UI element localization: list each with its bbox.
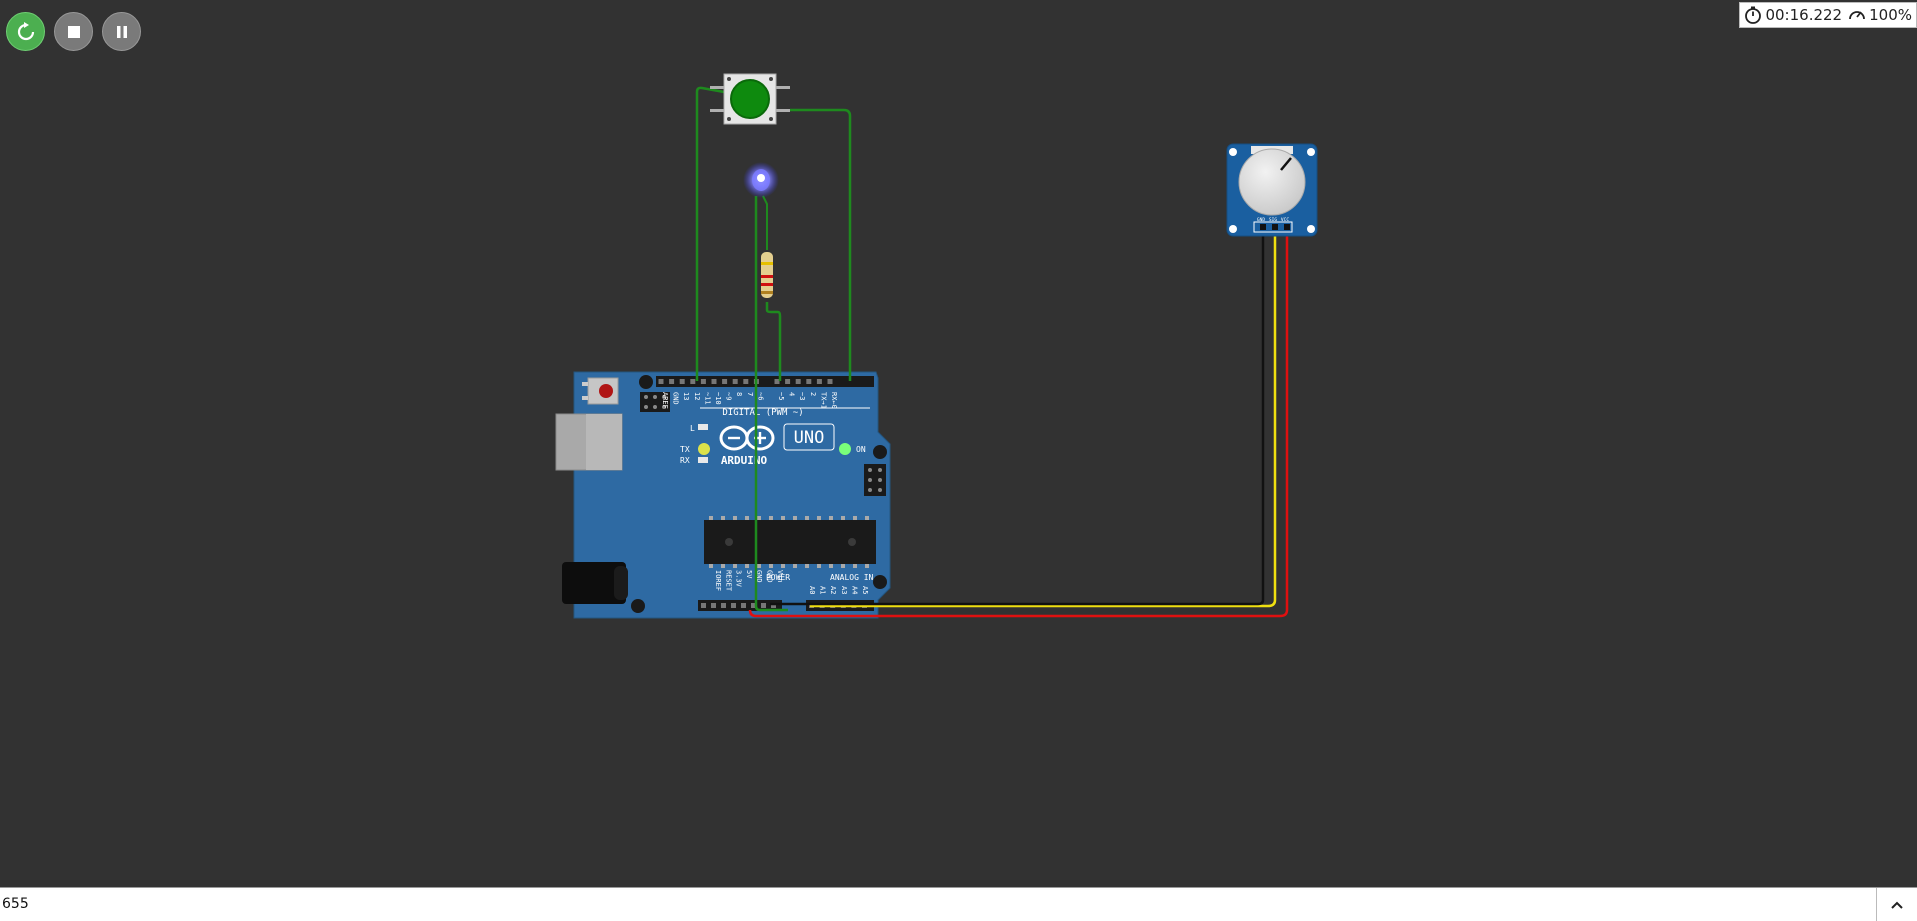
header-pin-hole[interactable] — [690, 379, 696, 384]
chevron-up-icon — [1891, 901, 1903, 909]
top-pin-label: ~10 — [714, 392, 722, 405]
top-pin-label: ~6 — [756, 392, 764, 400]
analog-pin-label: A5 — [861, 586, 869, 594]
power-pin-label: RESET — [724, 570, 732, 592]
mount-hole — [639, 375, 653, 389]
top-pin-label: 12 — [693, 392, 701, 400]
on-label: ON — [856, 445, 866, 454]
header-pin-hole[interactable] — [701, 603, 706, 608]
analog-pin-label: A4 — [850, 586, 858, 594]
l-led — [698, 424, 708, 430]
wire-button-pin2 — [790, 108, 852, 381]
top-pin-label: ~9 — [725, 392, 733, 400]
header-pin-hole[interactable] — [827, 379, 833, 384]
header-pin-hole[interactable] — [806, 379, 812, 384]
digital-label: DIGITAL (PWM ~) — [722, 408, 803, 418]
top-pin-label: ~3 — [798, 392, 806, 400]
serial-monitor-toggle[interactable] — [1876, 888, 1917, 921]
top-pin-label: RX←0 — [830, 392, 838, 409]
circuit-canvas[interactable]: AREF GND 13 12 ~11 ~10 ~9 8 7 ~6 ~5 4 ~3 2 TX→1 RX←0 DI… — [0, 0, 1917, 886]
header-pin-hole[interactable] — [761, 603, 766, 608]
header-pin-hole[interactable] — [658, 379, 664, 384]
wire-resistor-pin9 — [765, 302, 782, 381]
mount-hole — [631, 599, 645, 613]
power-pin-label: Vin — [776, 570, 784, 583]
header-pin-hole[interactable] — [711, 603, 716, 608]
power-pin-label: 5V — [745, 570, 753, 579]
top-pin-label: 2 — [809, 392, 817, 396]
top-pin-label: ~5 — [777, 392, 785, 400]
header-pin-hole[interactable] — [816, 379, 822, 384]
tx-led — [698, 443, 710, 455]
rx-led-label: RX — [680, 456, 690, 465]
analog-pin-label: A2 — [829, 586, 837, 594]
button-cap[interactable] — [730, 79, 770, 119]
serial-monitor[interactable]: 655 — [0, 887, 1917, 921]
header-pin-hole[interactable] — [795, 379, 801, 384]
header-pin-hole[interactable] — [669, 379, 675, 384]
analog-pin-label: A0 — [808, 586, 816, 594]
serial-output: 655 — [2, 896, 29, 912]
header-pin-hole[interactable] — [679, 379, 685, 384]
pot-knob[interactable] — [1238, 148, 1306, 216]
top-pin-label: 8 — [735, 392, 743, 396]
power-pin-label: IOREF — [714, 570, 722, 591]
analog-pin-label: A1 — [819, 586, 827, 594]
tx-led-label: TX — [680, 445, 690, 454]
l-led-label: L — [690, 424, 695, 433]
header-pin-hole[interactable] — [711, 379, 717, 384]
header-pin-hole[interactable] — [731, 603, 736, 608]
mount-hole — [873, 445, 887, 459]
header-pin-hole[interactable] — [700, 379, 706, 384]
mount-hole — [873, 575, 887, 589]
digital-header — [656, 376, 874, 387]
brand-label: ARDUINO — [721, 454, 768, 467]
analog-label: ANALOG IN — [830, 573, 874, 582]
pushbutton[interactable] — [710, 73, 790, 125]
top-pin-label: TX→1 — [819, 392, 827, 409]
header-pin-hole[interactable] — [732, 379, 738, 384]
atmega-chip — [704, 516, 876, 568]
header-pin-hole[interactable] — [785, 379, 791, 384]
wire-led-resistor — [762, 195, 768, 250]
top-pin-label: AREF — [661, 392, 669, 409]
power-pin-label: 3.3V — [735, 570, 743, 588]
top-pin-label: 4 — [788, 392, 796, 396]
blue-led[interactable] — [743, 162, 779, 198]
board-model: UNO — [794, 428, 825, 448]
power-pin-label: GND — [766, 570, 774, 583]
wire-button-gnd — [695, 86, 725, 381]
icsp-header-2 — [864, 464, 886, 496]
top-pin-label: GND — [672, 392, 680, 405]
top-pin-label: 7 — [746, 392, 754, 396]
rx-led — [698, 457, 708, 463]
resistor[interactable] — [761, 252, 773, 298]
header-pin-hole[interactable] — [721, 603, 726, 608]
header-pin-hole[interactable] — [741, 603, 746, 608]
header-pin-hole[interactable] — [722, 379, 728, 384]
analog-pin-label: A3 — [840, 586, 848, 594]
header-pin-hole[interactable] — [743, 379, 749, 384]
potentiometer-module[interactable]: GND SIG VCC — [1226, 143, 1318, 237]
power-led — [839, 443, 851, 455]
top-pin-label: ~11 — [703, 392, 711, 405]
arduino-uno-board[interactable]: AREF GND 13 12 ~11 ~10 ~9 8 7 ~6 ~5 4 ~3 2 TX→1 RX←0 DI… — [555, 371, 891, 619]
top-pin-label: 13 — [682, 392, 690, 400]
